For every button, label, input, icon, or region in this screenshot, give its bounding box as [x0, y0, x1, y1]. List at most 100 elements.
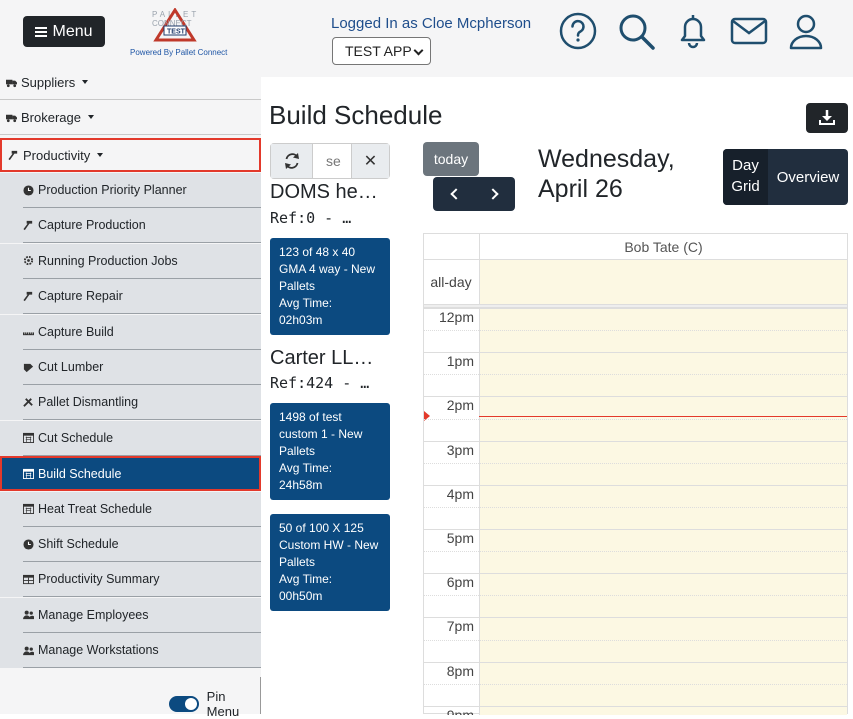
- sidebar-item-suppliers[interactable]: Suppliers: [0, 65, 261, 100]
- sidebar-subitem-row: Production Priority Planner: [23, 173, 261, 208]
- half-hour-gridline: [424, 462, 847, 464]
- app-select[interactable]: TEST APP: [332, 37, 431, 65]
- hour-label: 5pm: [446, 530, 474, 546]
- pallet-connect-logo-icon: PALLET CONNECT TEST: [152, 7, 197, 42]
- user-icon[interactable]: [786, 11, 826, 51]
- caret-down-icon: [82, 80, 89, 84]
- sidebar-item-label: Suppliers: [21, 74, 76, 90]
- sidebar-item-label: Brokerage: [21, 109, 81, 125]
- job-card-line: Custom HW - New: [279, 538, 379, 552]
- calendar-icon: [23, 469, 34, 480]
- date-line-2: April 26: [538, 175, 623, 203]
- sidebar-subitem-production-priority-planner[interactable]: Production Priority Planner: [0, 173, 261, 208]
- job-search-bar: se ✕: [270, 143, 390, 179]
- sidebar-subitem-heat-treat-schedule[interactable]: Heat Treat Schedule: [0, 491, 261, 527]
- hour-gridline: [424, 484, 847, 486]
- search-input[interactable]: se: [326, 153, 341, 169]
- day-grid-view-button[interactable]: Day Grid: [723, 149, 768, 205]
- sidebar-subitem-row: Running Production Jobs: [23, 244, 261, 279]
- download-button[interactable]: [806, 103, 848, 133]
- all-day-cell[interactable]: [479, 260, 847, 304]
- logo-tagline: Powered By Pallet Connect: [130, 48, 228, 57]
- hour-label: 1pm: [446, 353, 474, 370]
- date-line-1: Wednesday,: [538, 145, 675, 173]
- next-day-button[interactable]: [474, 177, 515, 211]
- users-icon: [23, 610, 34, 620]
- sidebar-subitem-row: Pallet Dismantling: [23, 385, 261, 421]
- job-card-line: GMA 4 way - New: [279, 262, 376, 276]
- sidebar-subitem-row: Manage Employees: [23, 598, 261, 633]
- hour-gridline: [424, 396, 847, 398]
- date-nav-group: [433, 177, 515, 211]
- sidebar-subitem-row: Productivity Summary: [23, 562, 261, 598]
- truck-icon: [6, 114, 17, 122]
- clock-icon: [23, 538, 34, 550]
- sidebar-subitem-row: Heat Treat Schedule: [23, 492, 261, 527]
- search-icon[interactable]: [616, 11, 656, 51]
- sidebar-subitem-label: Manage Employees: [38, 607, 149, 622]
- job-card-line: 123 of 48 x 40: [279, 245, 356, 259]
- job-card-line: Avg Time:: [279, 461, 333, 475]
- page-title: Build Schedule: [269, 100, 443, 130]
- bell-icon[interactable]: [673, 11, 713, 51]
- sidebar-subitem-manage-workstations[interactable]: Manage Workstations: [0, 633, 261, 669]
- half-hour-gridline: [424, 683, 847, 685]
- half-hour-gridline: [424, 595, 847, 597]
- sidebar-subitem-capture-repair[interactable]: Capture Repair: [0, 279, 261, 315]
- sidebar-subitem-capture-build[interactable]: Capture Build: [0, 314, 261, 350]
- sidebar-item-productivity[interactable]: Productivity: [0, 138, 261, 172]
- customer-group-title: DOMS he…: [270, 181, 378, 203]
- sidebar-subitem-running-production-jobs[interactable]: Running Production Jobs: [0, 243, 261, 279]
- menu-button-label: Menu: [52, 22, 93, 40]
- job-card-line: 24h58m: [279, 478, 323, 492]
- mail-icon[interactable]: [729, 11, 769, 51]
- hour-gridline: [424, 661, 847, 663]
- resource-column[interactable]: [479, 308, 847, 715]
- sidebar-subitem-row: Capture Production: [23, 208, 261, 244]
- pin-menu-label: Pin Menu: [206, 689, 240, 719]
- hour-label: 2pm: [446, 397, 474, 414]
- cog-icon: [23, 256, 34, 266]
- view-day-label: Day: [732, 157, 759, 174]
- sidebar-subitem-label: Cut Lumber: [38, 360, 104, 374]
- customer-group-ref: Ref:0 - …: [270, 209, 352, 227]
- sidebar-subitem-build-schedule[interactable]: Build Schedule: [0, 456, 261, 492]
- sidebar-item-brokerage[interactable]: Brokerage: [0, 100, 261, 135]
- truck-icon: [6, 79, 17, 87]
- prev-day-button[interactable]: [433, 177, 474, 211]
- sidebar-subitem-cut-schedule[interactable]: Cut Schedule: [0, 420, 261, 456]
- help-icon[interactable]: [558, 11, 598, 51]
- job-card[interactable]: 50 of 100 X 125 Custom HW - New Pallets Avg…: [270, 514, 390, 611]
- sidebar-subitem-capture-production[interactable]: Capture Production: [0, 208, 261, 244]
- today-button[interactable]: today: [423, 142, 479, 176]
- sidebar-subitem-row: Manage Workstations: [23, 633, 261, 669]
- app-logo[interactable]: PALLET CONNECT TEST Powered By Pallet Co…: [130, 7, 228, 60]
- clear-search-button[interactable]: ✕: [351, 144, 389, 178]
- overview-view-button[interactable]: Overview: [768, 149, 848, 205]
- sidebar-subitem-shift-schedule[interactable]: Shift Schedule: [0, 527, 261, 562]
- sidebar-subitem-cut-lumber[interactable]: Cut Lumber: [0, 350, 261, 385]
- customer-group-ref: Ref:424 - …: [270, 374, 370, 392]
- hour-gridline: [424, 705, 847, 707]
- half-hour-gridline: [424, 506, 847, 508]
- toggle-switch[interactable]: [169, 696, 199, 712]
- job-card[interactable]: 123 of 48 x 40 GMA 4 way - New Pallets Avg …: [270, 238, 390, 335]
- sidebar-subitem-productivity-summary[interactable]: Productivity Summary: [0, 562, 261, 598]
- hour-label: 6pm: [446, 574, 474, 591]
- job-card-line: 00h50m: [279, 589, 323, 603]
- menu-button[interactable]: Menu: [23, 16, 105, 47]
- sidebar-subitem-label: Running Production Jobs: [38, 253, 178, 268]
- sidebar-subitem-pallet-dismantling[interactable]: Pallet Dismantling: [0, 385, 261, 421]
- hour-gridline: [424, 529, 847, 530]
- chevron-down-icon: [413, 45, 424, 56]
- sidebar-subitem-row: Capture Repair: [23, 279, 261, 315]
- hammer-icon: [23, 220, 33, 230]
- sidebar-subitem-manage-employees[interactable]: Manage Employees: [0, 597, 261, 633]
- table-icon: [23, 574, 34, 584]
- refresh-button[interactable]: [271, 144, 313, 178]
- job-card-line: 1498 of test: [279, 410, 342, 424]
- job-card[interactable]: 1498 of test custom 1 - New Pallets Avg Tim…: [270, 403, 390, 500]
- pin-menu-toggle[interactable]: Pin Menu: [169, 689, 261, 719]
- sidebar-subitem-label: Productivity Summary: [38, 572, 160, 587]
- resource-header: Bob Tate (C): [479, 234, 847, 260]
